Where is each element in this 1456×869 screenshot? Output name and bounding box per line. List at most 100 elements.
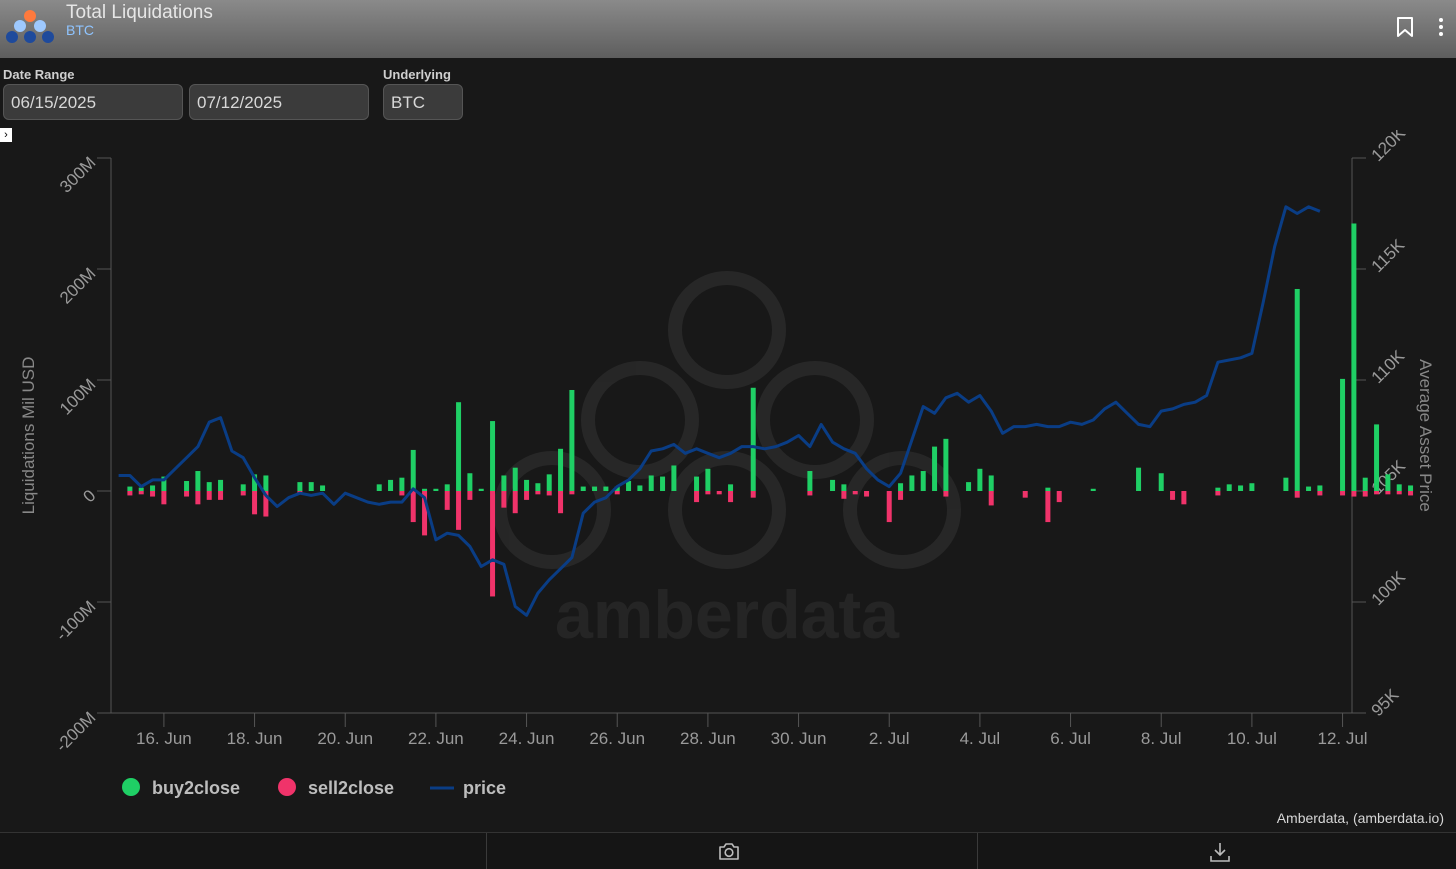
buy2close-bar — [376, 484, 382, 491]
y2-tick-label: 120K — [1368, 130, 1410, 165]
sell2close-bar — [456, 491, 462, 530]
legend-buy2close-label: buy2close — [152, 778, 240, 798]
page-title: Total Liquidations — [66, 2, 213, 23]
buy2close-bar — [546, 474, 552, 491]
date-range-label: Date Range — [3, 67, 75, 82]
sell2close-bar — [410, 491, 416, 523]
x-tick-label: 22. Jun — [408, 729, 464, 748]
end-date-input[interactable]: 07/12/2025 — [189, 84, 369, 120]
buy2close-bar — [932, 446, 938, 491]
buy2close-bar — [490, 421, 496, 491]
buy2close-bar — [184, 481, 190, 491]
x-tick-label: 30. Jun — [771, 729, 827, 748]
x-tick-label: 20. Jun — [317, 729, 373, 748]
sell2close-bar — [694, 491, 700, 503]
buy2close-bar — [1294, 288, 1300, 491]
sell2close-bar — [841, 491, 847, 499]
liquidations-chart: amberdata 300M 200M 100M 0 -100M -200M 120K 115K… — [19, 130, 1435, 798]
sell2close-bar — [807, 491, 813, 496]
sell2close-bar — [1408, 491, 1414, 496]
sell2close-bar — [195, 491, 201, 505]
more-vertical-icon[interactable] — [1436, 16, 1446, 38]
sell2close-bar — [138, 491, 144, 495]
y2-tick-label: 110K — [1368, 346, 1409, 387]
footer-divider — [977, 833, 978, 869]
sell2close-bar — [1396, 491, 1402, 495]
buy2close-bar — [671, 465, 677, 491]
download-icon[interactable] — [1209, 841, 1231, 863]
sell2close-bar — [1317, 491, 1323, 496]
buy2close-bar — [603, 486, 609, 491]
buy2close-bar — [705, 468, 711, 491]
buy2close-bar — [512, 467, 518, 491]
buy2close-bar — [127, 486, 133, 491]
y-axis-title: Liquidations Mil USD — [19, 357, 38, 515]
price-line — [118, 205, 1321, 617]
buy2close-bar — [807, 471, 813, 491]
buy2close-bar — [728, 484, 734, 491]
buy2close-bar — [1283, 477, 1289, 491]
x-tick-label: 18. Jun — [227, 729, 283, 748]
sell2close-bar — [898, 491, 904, 500]
sell2close-bar — [614, 491, 620, 495]
buy2close-bar — [943, 438, 949, 491]
buy2close-bar — [1340, 378, 1346, 491]
sell2close-bar — [705, 491, 711, 495]
buy2close-bar — [444, 484, 450, 491]
buy2close-bar — [297, 482, 303, 491]
x-tick-label: 8. Jul — [1141, 729, 1182, 748]
y2-tick-label: 115K — [1368, 235, 1409, 276]
buy2close-bar — [1374, 424, 1380, 491]
y2-tick-label: 95K — [1368, 685, 1403, 720]
x-tick-label: 16. Jun — [136, 729, 192, 748]
sell2close-bar — [1294, 491, 1300, 498]
sell2close-bar — [127, 491, 133, 496]
buy2close-bar — [1238, 485, 1244, 491]
footer-divider — [486, 833, 487, 869]
y-tick-label: -100M — [52, 597, 100, 645]
watermark-ring — [668, 271, 786, 389]
sell2close-bar — [716, 491, 722, 495]
buy2close-bar — [841, 484, 847, 491]
buy2close-bar — [150, 485, 156, 491]
chart-footer — [0, 832, 1456, 869]
buy2close-bar — [308, 482, 314, 491]
legend-sell2close-label: sell2close — [308, 778, 394, 798]
buy2close-bar — [320, 485, 326, 491]
x-tick-label: 4. Jul — [960, 729, 1001, 748]
buy2close-bar — [1249, 483, 1255, 491]
camera-icon[interactable] — [718, 841, 740, 861]
buy2close-bar — [750, 387, 756, 491]
bookmark-icon[interactable] — [1396, 16, 1414, 38]
buy2close-bar — [195, 471, 201, 491]
page-subtitle: BTC — [66, 22, 94, 38]
sell2close-bar — [1374, 491, 1380, 495]
y-tick-label: -200M — [52, 708, 100, 756]
x-tick-label: 24. Jun — [499, 729, 555, 748]
buy2close-bar — [592, 486, 598, 491]
sell2close-bar — [252, 491, 258, 515]
app-header: Total Liquidations BTC — [0, 0, 1456, 58]
sell2close-bar — [1385, 491, 1391, 495]
buy2close-bar — [637, 485, 643, 491]
amberdata-logo-icon — [6, 10, 54, 43]
sell2close-bar — [399, 491, 405, 496]
buy2close-bar — [388, 479, 394, 491]
x-tick-label: 2. Jul — [869, 729, 910, 748]
buy2close-bar — [1136, 467, 1142, 491]
start-date-input[interactable]: 06/15/2025 — [3, 84, 183, 120]
buy2close-bar — [1396, 484, 1402, 491]
buy2close-bar — [501, 475, 507, 491]
buy2close-bar — [898, 483, 904, 491]
x-tick-label: 12. Jul — [1318, 729, 1368, 748]
sell2close-bar — [569, 491, 575, 495]
buy2close-bar — [694, 476, 700, 491]
watermark-ring — [581, 361, 699, 479]
legend-sell2close-marker — [278, 778, 296, 796]
buy2close-bar — [1317, 485, 1323, 491]
buy2close-bar — [399, 477, 405, 491]
underlying-select[interactable]: BTC — [383, 84, 463, 120]
buy2close-bar — [1385, 474, 1391, 491]
sell2close-bar — [864, 491, 870, 497]
x-tick-label: 28. Jun — [680, 729, 736, 748]
